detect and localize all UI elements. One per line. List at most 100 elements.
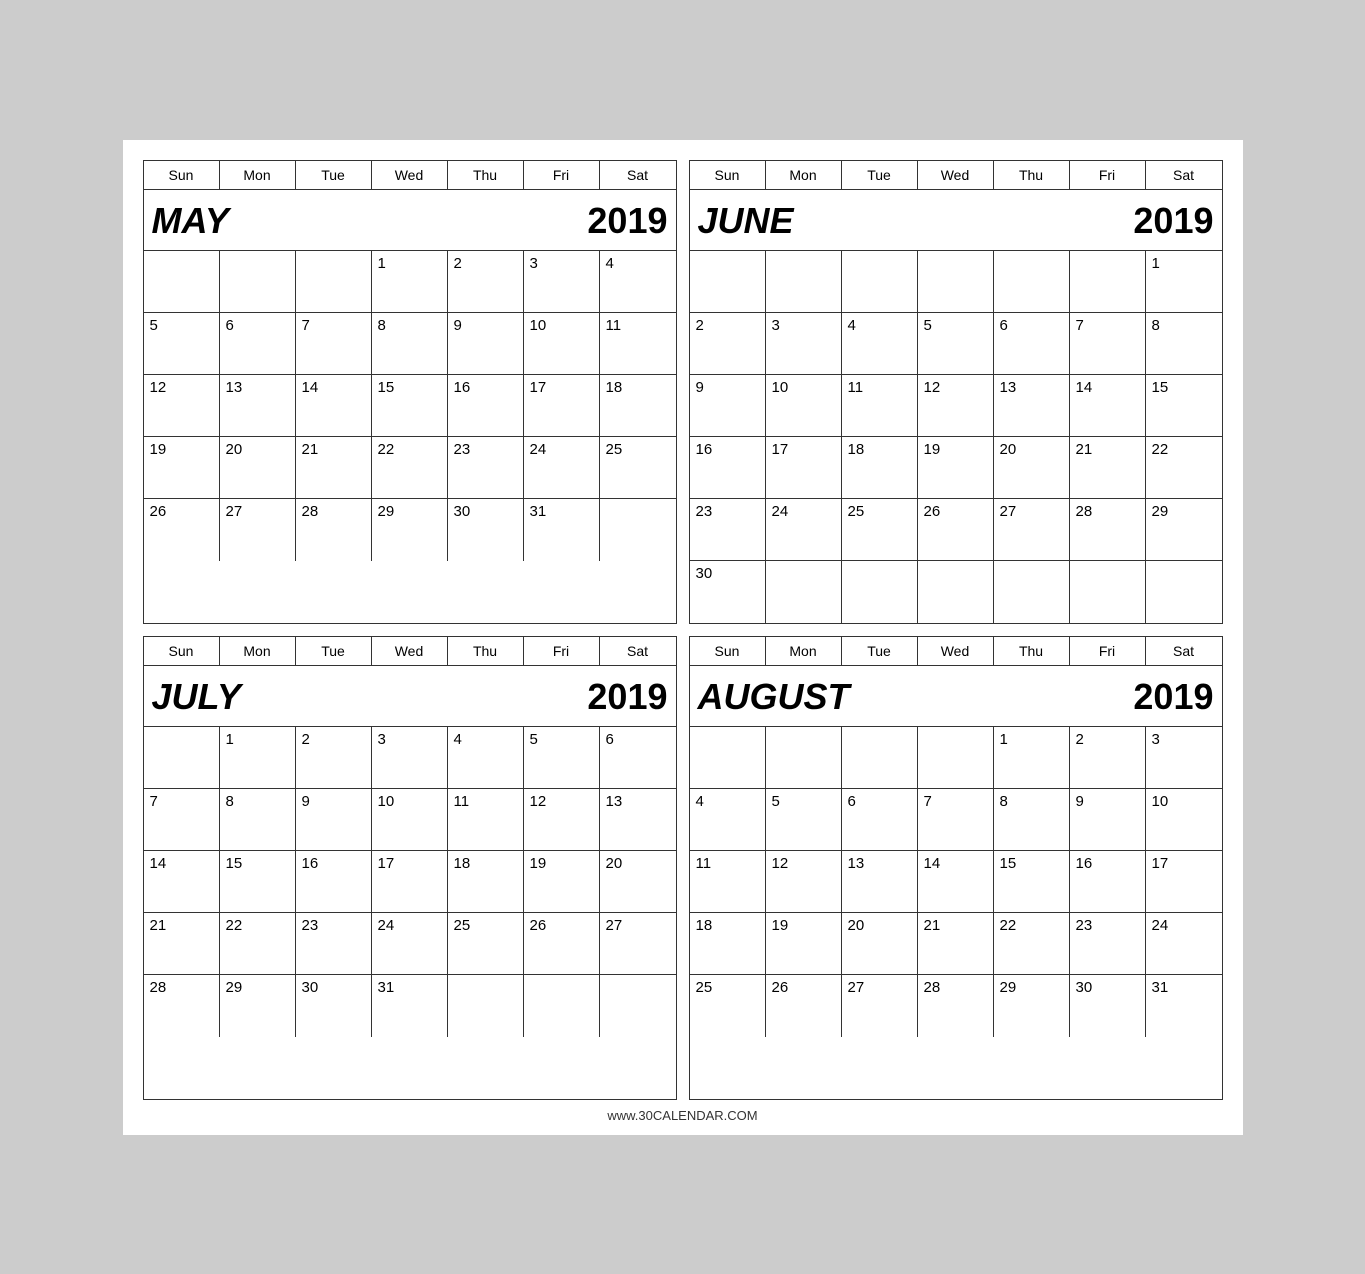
day-number: 14 xyxy=(1076,379,1139,396)
day-cell: 9 xyxy=(296,789,372,851)
day-number: 21 xyxy=(1076,441,1139,458)
day-cell: 22 xyxy=(1146,437,1222,499)
day-cell: 4 xyxy=(448,727,524,789)
day-cell xyxy=(994,561,1070,623)
day-name-thu: Thu xyxy=(994,161,1070,189)
day-cell: 12 xyxy=(766,851,842,913)
day-cell: 21 xyxy=(144,913,220,975)
day-cell: 8 xyxy=(994,789,1070,851)
day-name-tue: Tue xyxy=(296,161,372,189)
day-cell: 1 xyxy=(994,727,1070,789)
day-number: 26 xyxy=(772,979,835,996)
day-number: 3 xyxy=(378,731,441,748)
day-cell: 6 xyxy=(994,313,1070,375)
day-name-tue: Tue xyxy=(842,637,918,665)
day-number: 7 xyxy=(150,793,213,810)
day-number: 10 xyxy=(1152,793,1216,810)
day-cell: 24 xyxy=(766,499,842,561)
day-number: 10 xyxy=(530,317,593,334)
month-year-row: JUNE2019 xyxy=(690,190,1222,251)
day-number: 31 xyxy=(530,503,593,520)
month-title: MAY xyxy=(152,200,229,242)
day-name-sun: Sun xyxy=(144,637,220,665)
day-number: 4 xyxy=(848,317,911,334)
day-cell xyxy=(600,975,676,1037)
day-number: 3 xyxy=(772,317,835,334)
day-cell: 10 xyxy=(524,313,600,375)
day-cell: 29 xyxy=(1146,499,1222,561)
day-number: 8 xyxy=(378,317,441,334)
day-cell xyxy=(766,561,842,623)
day-name-sun: Sun xyxy=(690,161,766,189)
day-cell: 14 xyxy=(144,851,220,913)
day-number: 6 xyxy=(1000,317,1063,334)
day-cell: 19 xyxy=(524,851,600,913)
day-cell: 7 xyxy=(296,313,372,375)
day-number: 29 xyxy=(378,503,441,520)
day-number: 13 xyxy=(1000,379,1063,396)
day-number: 23 xyxy=(302,917,365,934)
day-cell: 10 xyxy=(372,789,448,851)
day-number: 30 xyxy=(302,979,365,996)
year-title: 2019 xyxy=(1133,676,1213,718)
day-name-mon: Mon xyxy=(766,637,842,665)
day-names-row: SunMonTueWedThuFriSat xyxy=(690,161,1222,190)
day-cell: 6 xyxy=(842,789,918,851)
day-cell: 16 xyxy=(448,375,524,437)
day-cell: 3 xyxy=(372,727,448,789)
day-cell: 21 xyxy=(918,913,994,975)
day-number: 2 xyxy=(696,317,759,334)
day-number: 10 xyxy=(772,379,835,396)
day-cell: 30 xyxy=(690,561,766,623)
day-number: 25 xyxy=(454,917,517,934)
day-cell: 11 xyxy=(842,375,918,437)
day-number: 9 xyxy=(302,793,365,810)
day-name-sat: Sat xyxy=(600,637,676,665)
day-cell xyxy=(994,251,1070,313)
day-cell: 12 xyxy=(524,789,600,851)
day-number: 7 xyxy=(924,793,987,810)
day-cell: 22 xyxy=(220,913,296,975)
day-number: 7 xyxy=(1076,317,1139,334)
day-name-tue: Tue xyxy=(296,637,372,665)
day-cell: 18 xyxy=(448,851,524,913)
day-number: 9 xyxy=(696,379,759,396)
day-cell xyxy=(766,251,842,313)
day-number: 10 xyxy=(378,793,441,810)
day-cell: 15 xyxy=(1146,375,1222,437)
day-cell: 13 xyxy=(842,851,918,913)
day-number: 30 xyxy=(1076,979,1139,996)
day-number: 16 xyxy=(1076,855,1139,872)
day-number: 1 xyxy=(226,731,289,748)
day-number: 21 xyxy=(150,917,213,934)
day-number: 26 xyxy=(924,503,987,520)
day-cell: 23 xyxy=(448,437,524,499)
day-number: 1 xyxy=(1000,731,1063,748)
day-number: 3 xyxy=(1152,731,1216,748)
day-number: 15 xyxy=(1152,379,1216,396)
day-cell xyxy=(918,561,994,623)
day-cell: 2 xyxy=(1070,727,1146,789)
day-number: 29 xyxy=(1152,503,1216,520)
day-number: 25 xyxy=(606,441,670,458)
day-cell: 2 xyxy=(448,251,524,313)
day-number: 26 xyxy=(150,503,213,520)
day-cell: 19 xyxy=(144,437,220,499)
day-number: 29 xyxy=(226,979,289,996)
day-cell: 26 xyxy=(918,499,994,561)
day-cell xyxy=(1070,561,1146,623)
day-number: 24 xyxy=(1152,917,1216,934)
day-cell xyxy=(524,975,600,1037)
day-cell: 17 xyxy=(766,437,842,499)
day-number: 15 xyxy=(378,379,441,396)
day-cell: 4 xyxy=(842,313,918,375)
day-name-sun: Sun xyxy=(144,161,220,189)
day-cell xyxy=(1146,561,1222,623)
day-cell xyxy=(448,975,524,1037)
day-number: 24 xyxy=(378,917,441,934)
day-name-sat: Sat xyxy=(1146,637,1222,665)
day-number: 9 xyxy=(1076,793,1139,810)
day-name-fri: Fri xyxy=(524,637,600,665)
day-cell xyxy=(1070,251,1146,313)
day-name-mon: Mon xyxy=(220,161,296,189)
